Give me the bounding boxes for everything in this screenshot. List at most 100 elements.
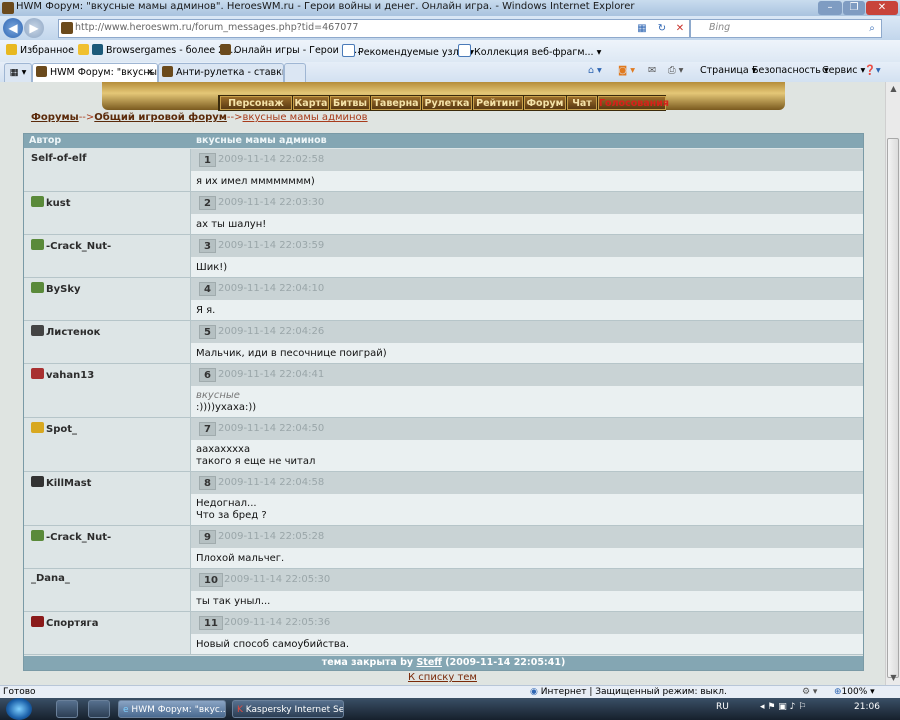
author-cell: -Crack_Nut- [24,235,190,278]
page-scrollbar[interactable]: ▲ ▼ [885,82,900,685]
compat-view-icon[interactable]: ▦ [635,22,649,35]
post-number[interactable]: 8 [199,476,216,490]
breadcrumb-topic[interactable]: вкусные мамы админов [243,112,368,123]
close-tab-icon[interactable]: ✕ [146,64,154,82]
fav-item-1[interactable]: Browsergames - более 25... [78,44,239,56]
column-topic: вкусные мамы админов [196,135,327,146]
media-player-icon[interactable] [56,700,78,718]
star-icon [6,44,17,55]
author-name[interactable]: Self-of-elf [31,153,87,164]
taskbar-item-kaspersky[interactable]: K Kaspersky Internet Se... [232,700,344,718]
ie-site-icon [2,2,14,14]
author-link[interactable]: Спортяга [46,618,98,629]
safety-menu[interactable]: Безопасность ▾ [752,65,829,76]
quick-tabs-button[interactable]: ▦ ▾ [4,63,32,82]
clock[interactable]: 21:06 [854,702,880,712]
stop-icon[interactable]: ✕ [673,22,687,35]
scroll-thumb[interactable] [887,138,899,678]
author-link[interactable]: KillMast [46,478,91,489]
fav-item-4[interactable]: Коллекция веб-фрагм... ▾ [458,44,601,58]
author-link[interactable]: Листенок [46,327,100,338]
post-text-line: :))))ухаха:)) [196,402,257,413]
taskbar-item-ie[interactable]: e HWM Форум: "вкус... [118,700,226,718]
close-window-button[interactable]: ✕ [866,1,898,15]
print-icon[interactable]: ⎙ ▾ [668,65,683,76]
post-number[interactable]: 6 [199,368,216,382]
help-icon[interactable]: ❓▾ [864,65,881,76]
table-header: Автор вкусные мамы админов [24,134,863,148]
tab-anti-roulette[interactable]: Анти-рулетка - ставки - в... [158,63,284,82]
post-number[interactable]: 9 [199,530,216,544]
author-link[interactable]: _Dana_ [31,573,70,584]
author-name[interactable]: -Crack_Nut- [31,530,111,543]
post-number[interactable]: 4 [199,282,216,296]
minimize-button[interactable]: – [818,1,842,15]
favorites-bar: Избранное Browsergames - более 25... Онл… [0,40,900,63]
post-number[interactable]: 3 [199,239,216,253]
feeds-icon[interactable]: ◙ ▾ [618,65,635,76]
page-menu[interactable]: Страница ▾ [700,65,757,76]
author-name[interactable]: BySky [31,282,81,295]
author-name[interactable]: KillMast [31,476,91,489]
breadcrumb-forums[interactable]: Форумы [31,112,79,123]
fav-item-3[interactable]: Рекомендуемые узлы ▾ [342,44,474,58]
language-indicator[interactable]: RU [716,702,729,712]
zoom-icon: ⊕ [834,687,842,697]
maximize-button[interactable]: ❐ [843,1,865,15]
menu-forum[interactable]: Форум [524,96,566,110]
author-link[interactable]: -Crack_Nut- [46,241,111,252]
start-button[interactable] [6,698,32,720]
address-bar[interactable]: http://www.heroeswm.ru/forum_messages.ph… [58,19,690,38]
mail-icon[interactable]: ✉ [648,65,656,76]
author-name[interactable]: Spot_ [31,422,77,435]
author-name[interactable]: Спортяга [31,616,98,629]
refresh-icon[interactable]: ↻ [655,22,669,35]
tray-icons[interactable]: ◂ ⚑ ▣ ♪ ⚐ [760,702,806,712]
scroll-down-icon[interactable]: ▼ [886,671,900,685]
favorites-button[interactable]: Избранное [6,44,74,56]
author-link[interactable]: Spot_ [46,424,77,435]
post-number[interactable]: 11 [199,616,223,630]
tab-label: Анти-рулетка - ставки - в... [176,67,283,78]
tools-menu[interactable]: Сервис ▾ [822,65,865,76]
author-link[interactable]: vahan13 [46,370,94,381]
back-button[interactable]: ◀ [3,18,23,38]
new-tab-button[interactable] [284,63,306,82]
menu-battles[interactable]: Битвы [330,96,370,110]
scroll-up-icon[interactable]: ▲ [886,82,900,96]
menu-voting[interactable]: Голосования [598,96,669,110]
author-name[interactable]: _Dana_ [31,573,70,584]
author-link[interactable]: kust [46,198,71,209]
search-box[interactable]: Bing ⌕ [690,19,882,38]
explorer-folder-icon[interactable] [88,700,110,718]
back-to-topics-link[interactable]: К списку тем [408,672,477,683]
author-name[interactable]: vahan13 [31,368,94,381]
post-meta-row: 5 2009-11-14 22:04:26 [190,321,863,343]
author-link[interactable]: Self-of-elf [31,153,87,164]
post-number[interactable]: 2 [199,196,216,210]
post-number[interactable]: 1 [199,153,216,167]
menu-roulette[interactable]: Рулетка [422,96,472,110]
menu-chat[interactable]: Чат [567,96,597,110]
post-number[interactable]: 7 [199,422,216,436]
post-number[interactable]: 10 [199,573,223,587]
forward-button[interactable]: ▶ [24,18,44,38]
menu-tavern[interactable]: Таверна [371,96,421,110]
author-name[interactable]: Листенок [31,325,100,338]
tab-hwm-forum[interactable]: HWM Форум: "вкусны... ✕ [32,63,158,82]
author-name[interactable]: kust [31,196,71,209]
menu-rating[interactable]: Рейтинг [473,96,523,110]
post-number[interactable]: 5 [199,325,216,339]
search-icon[interactable]: ⌕ [865,22,879,35]
closed-by-user-link[interactable]: Steff [416,657,442,668]
post-text-line: такого я еще не читал [196,456,316,467]
post-text-line: Что за бред ? [196,510,267,521]
breadcrumb-section[interactable]: Общий игровой форум [94,112,227,123]
author-link[interactable]: BySky [46,284,81,295]
author-name[interactable]: -Crack_Nut- [31,239,111,252]
window-titlebar[interactable]: HWM Форум: "вкусные мамы админов". Heroe… [0,0,900,16]
menu-character[interactable]: Персонаж [220,96,292,110]
home-icon[interactable]: ⌂ ▾ [588,65,602,76]
menu-map[interactable]: Карта [293,96,329,110]
author-link[interactable]: -Crack_Nut- [46,532,111,543]
